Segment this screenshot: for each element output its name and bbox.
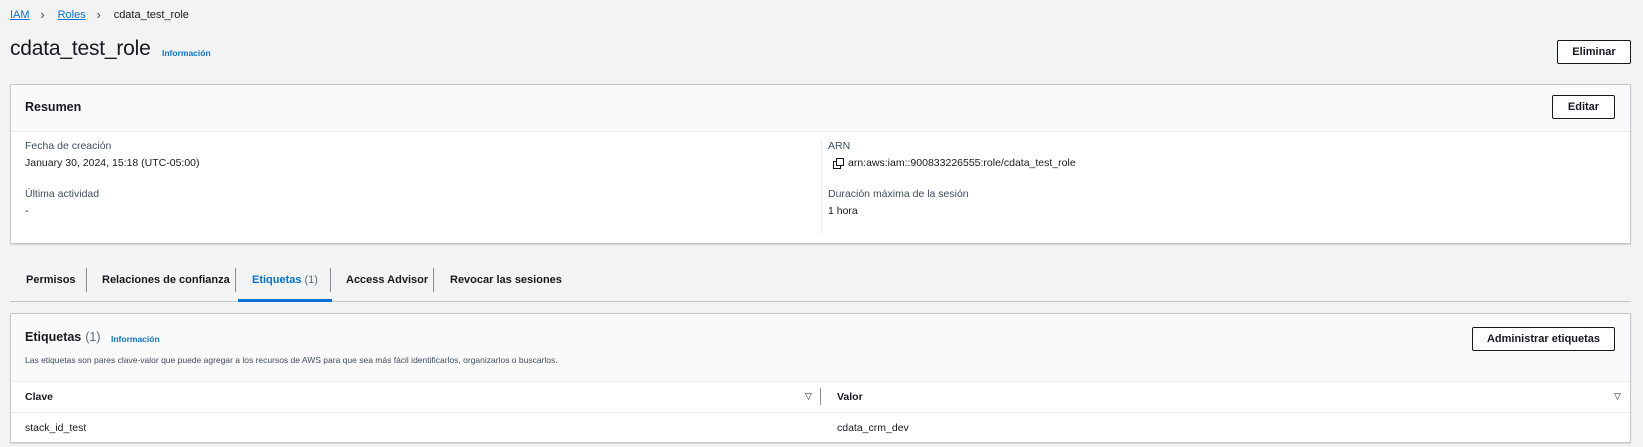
tab-label: Etiquetas [252,273,302,286]
tags-description: Las etiquetas son pares clave-valor que … [25,355,558,365]
page-title: cdata_test_role [10,37,151,60]
column-header-label: Valor [837,391,863,403]
arn-label: ARN [828,140,851,152]
tab-permisos[interactable]: Permisos [26,258,76,301]
delete-button[interactable]: Eliminar [1557,40,1631,64]
tab-revocar-sesiones[interactable]: Revocar las sesiones [450,258,562,301]
tab-separator [235,268,236,292]
summary-title: Resumen [25,100,82,114]
column-resizer[interactable] [820,388,821,405]
tab-etiquetas[interactable]: Etiquetas (1) [238,258,332,302]
sort-down-icon[interactable]: ▽ [1614,391,1621,402]
breadcrumb-current: cdata_test_role [113,8,189,21]
tab-list: Permisos Relaciones de confianza Etiquet… [10,258,1631,302]
summary-header: Resumen Editar [11,85,1630,132]
sort-down-icon[interactable]: ▽ [805,391,812,402]
last-activity-label: Última actividad [25,188,100,200]
chevron-right-icon: › [96,7,101,22]
created-value: January 30, 2024, 15:18 (UTC-05:00) [25,157,200,169]
tab-separator [330,268,331,292]
tab-label: Permisos [26,273,76,286]
copy-icon[interactable] [833,158,844,169]
tags-panel: Etiquetas (1) Información Las etiquetas s… [10,313,1631,443]
tab-count: (1) [304,273,318,286]
column-header-label: Clave [25,391,54,403]
column-header-key[interactable]: Clave [25,382,53,412]
arn-value: arn:aws:iam::900833226555:role/cdata_tes… [848,157,1076,169]
manage-tags-button[interactable]: Administrar etiquetas [1472,327,1615,351]
breadcrumb-link-roles[interactable]: Roles [58,9,86,21]
column-header-value[interactable]: Valor [837,382,863,412]
chevron-right-icon: › [40,7,45,22]
table-cell-value: cdata_crm_dev [837,422,909,434]
tab-label: Access Advisor [346,273,429,286]
column-divider [821,140,822,235]
tags-title: Etiquetas (1) [25,330,101,344]
tags-title-text: Etiquetas [25,330,82,344]
breadcrumb: IAM › Roles › cdata_test_role [10,7,189,22]
max-session-label: Duración máxima de la sesión [828,188,969,200]
tags-header: Etiquetas (1) Información Las etiquetas s… [11,314,1630,382]
tab-label: Revocar las sesiones [450,273,562,286]
table-row-divider [11,412,1630,413]
created-label: Fecha de creación [25,140,112,152]
tab-label: Relaciones de confianza [102,273,230,286]
tab-access-advisor[interactable]: Access Advisor [346,258,428,301]
breadcrumb-link-iam[interactable]: IAM [10,9,30,21]
tab-separator [86,268,87,292]
tags-count: (1) [85,330,101,344]
tab-separator [433,268,434,292]
summary-panel: Resumen Editar Fecha de creación January… [10,84,1631,244]
info-link[interactable]: Información [162,48,211,58]
max-session-value: 1 hora [828,205,858,217]
table-cell-key: stack_id_test [25,422,87,434]
edit-button[interactable]: Editar [1552,95,1615,119]
last-activity-value: - [25,205,29,217]
tab-relaciones[interactable]: Relaciones de confianza [102,258,230,301]
info-link[interactable]: Información [111,334,160,344]
